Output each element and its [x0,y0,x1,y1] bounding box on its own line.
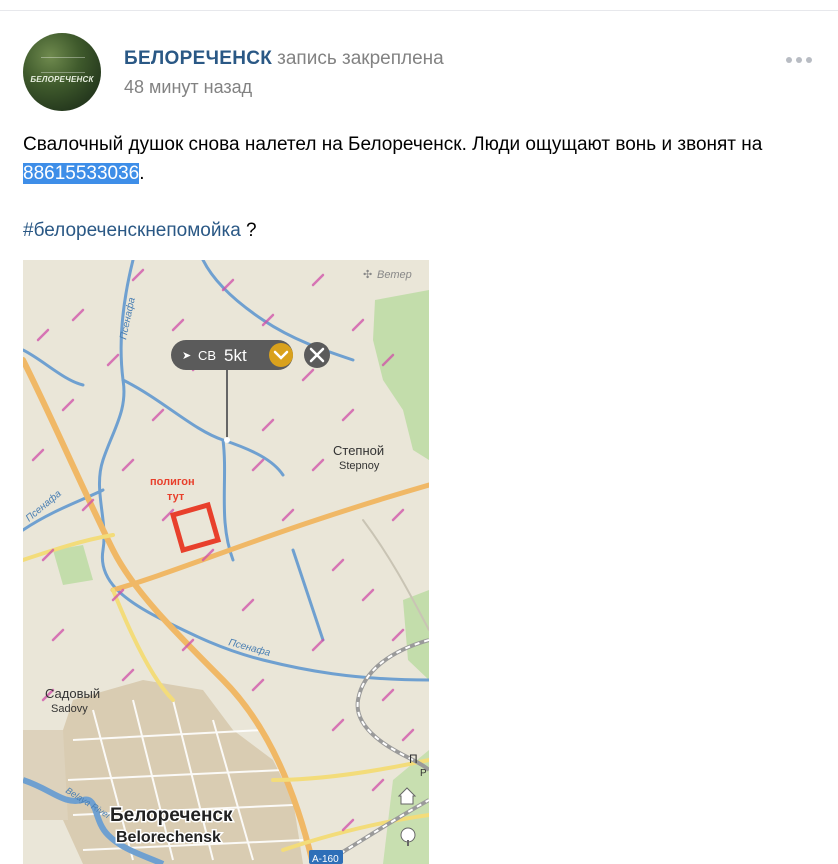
map-urban [23,730,68,820]
more-dots-icon [806,57,812,63]
avatar-logo-text: БЕЛОРЕЧЕНСК [30,75,94,84]
wind-direction: СВ [198,348,216,363]
polygon-label: тут [167,491,185,503]
group-avatar[interactable]: БЕЛОРЕЧЕНСК [23,33,101,111]
avatar-decoration [41,57,85,73]
city-label-en: Belorechensk [116,829,221,846]
post-time-link[interactable]: 48 минут назад [124,76,252,98]
wind-pointer-dot [224,437,230,443]
post-text: Свалочный душок снова налетел на Белореч… [23,130,823,188]
wind-dropdown-button[interactable] [269,343,293,367]
wind-arrow-icon: ➤ [182,350,191,362]
post-text-body: Свалочный душок снова налетел на Белореч… [23,134,763,155]
polygon-label: полигон [150,476,195,488]
wind-layer-icon: ✣ [363,269,372,281]
village-sadovy-label-en: Sadovy [51,703,88,715]
village-stepnoy-label: Степной [333,443,384,458]
hashtag-link[interactable]: #белореченскнепомойка [23,220,241,241]
map-edge-letter: П [409,752,418,766]
group-name-link[interactable]: БЕЛОРЕЧЕНСК [124,48,272,69]
city-label: Белореченск [110,805,233,826]
village-sadovy-label: Садовый [45,686,100,701]
wind-speed: 5kt [224,346,247,365]
post-author: БЕЛОРЕЧЕНСК запись закреплена [124,48,444,70]
more-actions-button[interactable] [786,53,816,67]
post-text-end: . [139,163,145,184]
pinned-label: запись закреплена [277,48,444,69]
map-edge-letter: Р [420,768,427,779]
more-dots-icon [786,57,792,63]
hashtag-line: #белореченскнепомойка ? [23,216,257,245]
top-divider [0,10,838,11]
wind-layer-label: Ветер [377,269,412,281]
hashtag-suffix: ? [240,220,257,241]
post-photo-map[interactable]: Псенафа Псенафа Псенафа Степной Stepnoy … [23,260,429,864]
village-stepnoy-label-en: Stepnoy [339,460,380,472]
road-sign-label: А-160 [312,854,339,864]
phone-link[interactable]: 88615533036 [23,163,140,184]
more-dots-icon [796,57,802,63]
